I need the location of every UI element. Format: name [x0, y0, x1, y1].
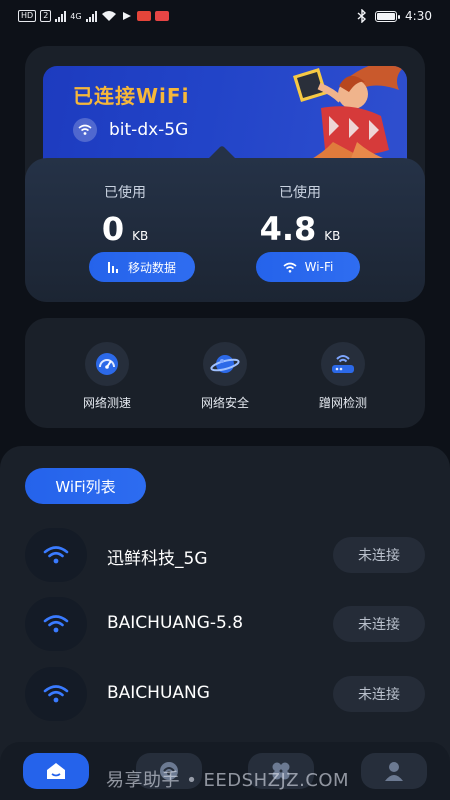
network-name: BAICHUANG	[107, 683, 210, 703]
connected-ssid: bit-dx-5G	[73, 118, 188, 142]
nav-home[interactable]	[23, 753, 89, 789]
home-icon	[47, 763, 65, 779]
data-usage-panel: 已使用 0 KB 已使用 4.8 KB 移动数据 Wi-Fi	[25, 158, 425, 302]
app-notification-icon	[136, 11, 151, 21]
connect-status-button[interactable]: 未连接	[333, 676, 425, 712]
wifi-icon	[25, 528, 87, 582]
mobile-data-button[interactable]: 移动数据	[89, 252, 195, 282]
signal-bars-icon	[55, 10, 67, 22]
freeloader-detection-label: 蹭网检测	[318, 396, 367, 410]
nav-apps[interactable]	[248, 753, 314, 789]
wifi-usage-unit: KB	[324, 229, 341, 243]
wifi-usage-value: 4.8	[259, 210, 317, 248]
bar-chart-icon	[107, 261, 118, 273]
planet-shield-icon	[203, 342, 247, 386]
status-bar: HD 2 4G 4:30	[0, 0, 450, 32]
nav-signal[interactable]	[136, 753, 202, 789]
app-notification-icon-2	[154, 11, 169, 21]
send-icon	[122, 12, 131, 20]
mobile-data-usage: 已使用 0 KB	[25, 182, 225, 248]
wifi-button[interactable]: Wi-Fi	[256, 252, 360, 282]
wifi-icon	[283, 262, 297, 273]
tools-card: 网络测速 网络安全 蹭网检测	[25, 318, 425, 428]
signal-bars-icon-2	[85, 10, 97, 22]
nav-profile[interactable]	[361, 753, 427, 789]
router-icon	[321, 342, 365, 386]
bluetooth-icon	[357, 9, 367, 23]
wifi-icon	[25, 597, 87, 651]
list-item[interactable]: BAICHUANG 未连接	[25, 667, 425, 721]
connect-status-button[interactable]: 未连接	[333, 606, 425, 642]
mobile-usage-unit: KB	[132, 229, 149, 243]
mobile-usage-label: 已使用	[104, 185, 146, 201]
mobile-data-button-label: 移动数据	[127, 260, 176, 275]
mobile-usage-value: 0	[101, 210, 125, 248]
wifi-list-title: WiFi列表	[25, 468, 146, 504]
wifi-icon	[25, 667, 87, 721]
hd-indicator: HD	[18, 10, 37, 22]
speedometer-icon	[85, 342, 129, 386]
wifi-icon	[73, 118, 97, 142]
network-security-tool[interactable]: 网络安全	[180, 342, 270, 411]
battery-icon	[375, 10, 401, 22]
list-item[interactable]: BAICHUANG-5.8 未连接	[25, 597, 425, 651]
freeloader-detection-tool[interactable]: 蹭网检测	[298, 342, 388, 411]
wifi-data-usage: 已使用 4.8 KB	[200, 182, 400, 248]
status-left: HD 2 4G	[18, 10, 169, 22]
network-name: BAICHUANG-5.8	[107, 613, 244, 633]
status-right: 4:30	[357, 9, 432, 23]
connect-status-button[interactable]: 未连接	[333, 537, 425, 573]
banner-title: 已连接WiFi	[73, 84, 190, 108]
wifi-status-icon	[101, 11, 116, 21]
signal-icon	[160, 762, 178, 780]
profile-icon	[385, 762, 403, 781]
wifi-usage-value-group: 4.8 KB	[200, 210, 400, 248]
speed-test-label: 网络测速	[82, 396, 131, 410]
bottom-navigation	[0, 742, 450, 800]
list-item[interactable]: 迅鲜科技_5G 未连接	[25, 528, 425, 582]
network-type-label: 4G	[70, 11, 82, 21]
clock-time: 4:30	[405, 9, 432, 23]
network-name: 迅鲜科技_5G	[107, 549, 208, 569]
wifi-usage-label: 已使用	[279, 185, 321, 201]
ssid-label: bit-dx-5G	[109, 120, 189, 140]
speed-test-tool[interactable]: 网络测速	[62, 342, 152, 411]
network-security-label: 网络安全	[200, 396, 249, 410]
sim-indicator: 2	[40, 10, 52, 22]
wifi-button-label: Wi-Fi	[304, 260, 334, 274]
mobile-usage-value-group: 0 KB	[25, 210, 225, 248]
apps-icon	[272, 762, 290, 780]
